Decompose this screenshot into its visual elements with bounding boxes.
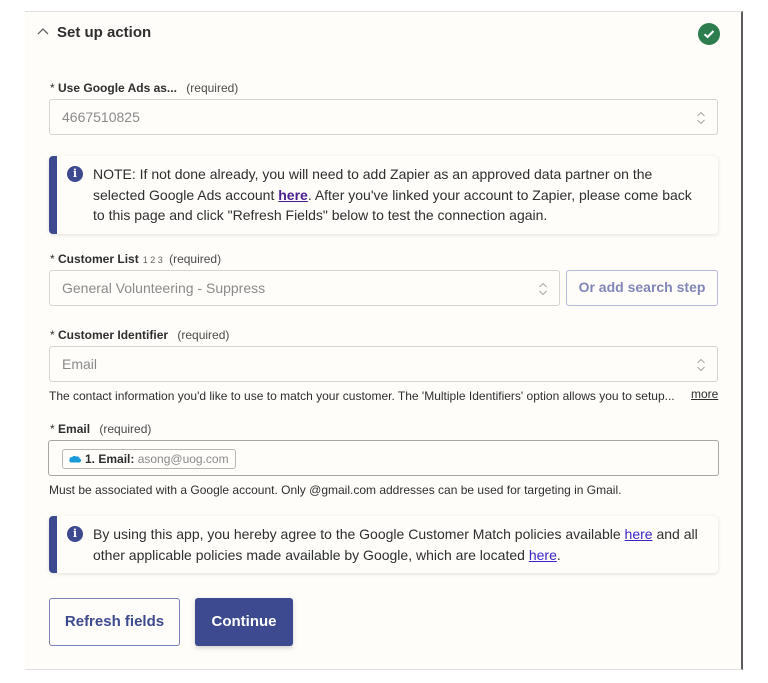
note-text: By using this app, you hereby agree to t… [93, 526, 625, 542]
required-tag: (required) [186, 81, 239, 95]
partner-here-link[interactable]: here [278, 187, 308, 203]
required-tag: (required) [169, 252, 222, 266]
section-title: Set up action [57, 24, 152, 41]
partner-note-text: NOTE: If not done already, you will need… [93, 164, 706, 226]
mapped-field-pill[interactable]: 1. Email: asong@uog.com [62, 449, 236, 469]
customer-identifier-label: * Customer Identifier (required) [50, 328, 229, 342]
required-tag: (required) [177, 328, 230, 342]
updown-chevron-icon [697, 358, 705, 372]
google-ads-label: * Use Google Ads as... (required) [50, 81, 238, 95]
updown-chevron-icon [539, 282, 547, 296]
setup-action-panel: Set up action * Use Google Ads as... (re… [25, 11, 743, 670]
field-label: Customer List [58, 252, 139, 266]
policy-here-link-1[interactable]: here [625, 526, 653, 542]
required-asterisk: * [50, 328, 55, 342]
section-header[interactable]: Set up action [25, 12, 741, 56]
chevron-up-icon[interactable] [36, 25, 50, 39]
check-circle-icon [698, 23, 720, 45]
refresh-fields-button[interactable]: Refresh fields [49, 598, 180, 646]
google-ads-account-select[interactable]: 4667510825 [49, 99, 718, 135]
policy-here-link-2[interactable]: here [529, 547, 557, 563]
customer-list-label: * Customer List 1 2 3 (required) [50, 252, 221, 266]
field-label: Use Google Ads as... [58, 81, 177, 95]
required-asterisk: * [50, 81, 55, 95]
updown-chevron-icon [697, 111, 705, 125]
salesforce-cloud-icon [69, 455, 82, 463]
add-search-step-button[interactable]: Or add search step [566, 270, 718, 306]
field-hint: 1 2 3 [142, 255, 163, 265]
field-label: Email [58, 422, 91, 436]
pill-key: 1. Email: [85, 452, 135, 466]
note-text: . [556, 546, 561, 563]
customer-identifier-help: The contact information you'd like to us… [49, 389, 675, 403]
policy-note-text: By using this app, you hereby agree to t… [93, 524, 706, 565]
field-label: Customer Identifier [58, 328, 169, 342]
pill-value: asong@uog.com [137, 452, 229, 466]
select-value: Email [62, 356, 98, 372]
customer-list-select[interactable]: General Volunteering - Suppress [49, 270, 560, 306]
customer-identifier-select[interactable]: Email [49, 346, 718, 382]
email-label: * Email (required) [50, 422, 151, 436]
email-help: Must be associated with a Google account… [49, 483, 622, 497]
required-asterisk: * [50, 422, 55, 436]
email-input[interactable]: 1. Email: asong@uog.com [48, 440, 719, 476]
policy-note: i By using this app, you hereby agree to… [49, 516, 718, 573]
required-asterisk: * [50, 252, 55, 266]
more-link[interactable]: more [691, 387, 718, 401]
partner-note: i NOTE: If not done already, you will ne… [49, 156, 718, 234]
select-value: General Volunteering - Suppress [62, 280, 266, 296]
continue-button[interactable]: Continue [195, 598, 293, 646]
required-tag: (required) [99, 422, 152, 436]
info-icon: i [67, 526, 83, 542]
info-icon: i [67, 166, 83, 182]
select-value: 4667510825 [62, 109, 140, 125]
